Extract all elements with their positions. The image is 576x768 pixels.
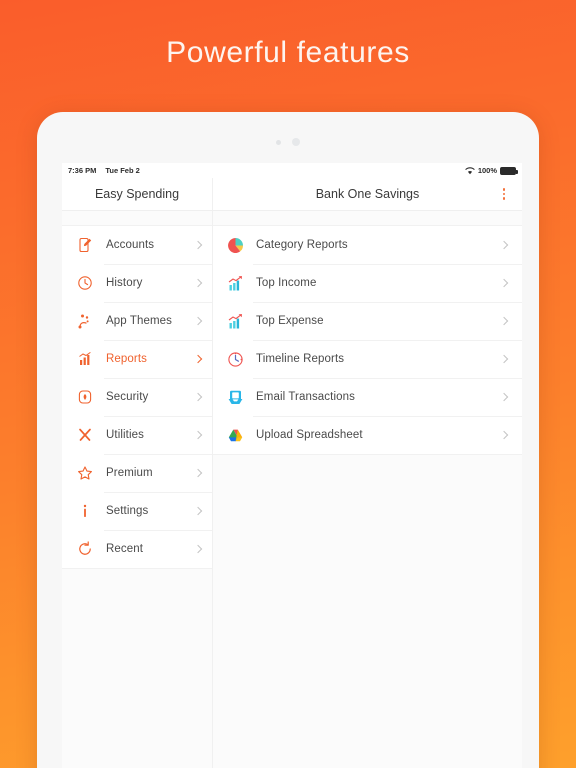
sidebar-item-history[interactable]: History	[62, 264, 212, 302]
list-item-label: Top Expense	[256, 315, 324, 327]
tools-icon	[74, 424, 96, 446]
list-item-timeline-reports[interactable]: Timeline Reports	[213, 340, 522, 378]
list-item-label: Timeline Reports	[256, 353, 345, 365]
inbox-icon	[224, 386, 246, 408]
chevron-right-icon	[500, 393, 509, 402]
sidebar-item-label: App Themes	[106, 315, 172, 327]
sidebar-item-label: Accounts	[106, 239, 155, 251]
list-item-upload-spreadsheet[interactable]: Upload Spreadsheet	[213, 416, 522, 454]
sidebar-item-app-themes[interactable]: App Themes	[62, 302, 212, 340]
palette-icon	[74, 310, 96, 332]
ambient-sensor-icon	[276, 139, 281, 145]
chevron-right-icon	[500, 355, 509, 364]
wifi-icon	[465, 166, 475, 175]
chevron-right-icon	[194, 507, 203, 516]
chevron-right-icon	[194, 355, 203, 364]
sidebar-item-label: Premium	[106, 467, 153, 479]
front-camera-icon	[292, 138, 300, 146]
info-icon	[74, 500, 96, 522]
screen-title: Bank One Savings	[315, 187, 420, 201]
battery-percent: 100%	[477, 166, 497, 175]
app-title: Easy Spending	[94, 187, 180, 201]
drive-icon	[224, 424, 246, 446]
sidebar-item-utilities[interactable]: Utilities	[62, 416, 212, 454]
chevron-right-icon	[500, 431, 509, 440]
sidebar-item-security[interactable]: Security	[62, 378, 212, 416]
chevron-right-icon	[194, 279, 203, 288]
clock-icon	[74, 272, 96, 294]
list-item-label: Upload Spreadsheet	[256, 429, 363, 441]
status-time: 7:36 PM	[68, 166, 97, 175]
toolbar-right: Bank One Savings	[213, 178, 522, 210]
chevron-right-icon	[194, 393, 203, 402]
note-edit-icon	[74, 234, 96, 256]
star-icon	[74, 462, 96, 484]
list-item-top-income[interactable]: Top Income	[213, 264, 522, 302]
chevron-right-icon	[194, 317, 203, 326]
refresh-icon	[74, 538, 96, 560]
reports-list: Category Reports Top Income Top Expense …	[213, 225, 522, 455]
chevron-right-icon	[194, 469, 203, 478]
detail-panel: Category Reports Top Income Top Expense …	[213, 211, 522, 768]
status-indicators: 100%	[465, 166, 518, 175]
list-item-category-reports[interactable]: Category Reports	[213, 226, 522, 264]
sidebar-item-recent[interactable]: Recent	[62, 530, 212, 568]
sidebar-item-accounts[interactable]: Accounts	[62, 226, 212, 264]
sidebar-item-label: Utilities	[106, 429, 144, 441]
sidebar-item-label: Settings	[106, 505, 149, 517]
sidebar-item-label: Recent	[106, 543, 144, 555]
list-item-top-expense[interactable]: Top Expense	[213, 302, 522, 340]
sidebar: Accounts History App Themes Reports Secu…	[62, 211, 213, 768]
status-date: Tue Feb 2	[105, 166, 140, 175]
bar-chart-up-icon	[224, 310, 246, 332]
device-sensors	[37, 138, 539, 146]
chevron-right-icon	[194, 545, 203, 554]
sidebar-item-settings[interactable]: Settings	[62, 492, 212, 530]
list-item-label: Top Income	[256, 277, 317, 289]
chevron-right-icon	[500, 317, 509, 326]
page-title: Powerful features	[166, 36, 410, 69]
device-screen: 7:36 PM Tue Feb 2 100% Easy Spending Ban…	[62, 163, 522, 768]
chevron-right-icon	[500, 241, 509, 250]
chevron-right-icon	[194, 431, 203, 440]
overflow-menu-icon[interactable]	[502, 188, 505, 200]
sidebar-list: Accounts History App Themes Reports Secu…	[62, 225, 212, 569]
tablet-device-frame: 7:36 PM Tue Feb 2 100% Easy Spending Ban…	[37, 112, 539, 768]
chevron-right-icon	[500, 279, 509, 288]
sidebar-item-label: Reports	[106, 353, 147, 365]
promo-stage: Powerful features 7:36 PM Tue Feb 2 100%…	[0, 0, 576, 768]
list-item-label: Email Transactions	[256, 391, 355, 403]
app-toolbar: Easy Spending Bank One Savings	[62, 178, 522, 211]
list-item-email-transactions[interactable]: Email Transactions	[213, 378, 522, 416]
battery-full-icon	[500, 166, 518, 175]
sidebar-item-label: History	[106, 277, 143, 289]
toolbar-left: Easy Spending	[62, 178, 213, 210]
chevron-right-icon	[194, 241, 203, 250]
timeline-clock-icon	[224, 348, 246, 370]
sidebar-item-reports[interactable]: Reports	[62, 340, 212, 378]
shield-icon	[74, 386, 96, 408]
pie-chart-icon	[224, 234, 246, 256]
bar-chart-icon	[74, 348, 96, 370]
sidebar-item-label: Security	[106, 391, 149, 403]
bar-chart-up-icon	[224, 272, 246, 294]
sidebar-item-premium[interactable]: Premium	[62, 454, 212, 492]
status-bar: 7:36 PM Tue Feb 2 100%	[62, 163, 522, 178]
list-item-label: Category Reports	[256, 239, 348, 251]
content-area: Accounts History App Themes Reports Secu…	[62, 211, 522, 768]
